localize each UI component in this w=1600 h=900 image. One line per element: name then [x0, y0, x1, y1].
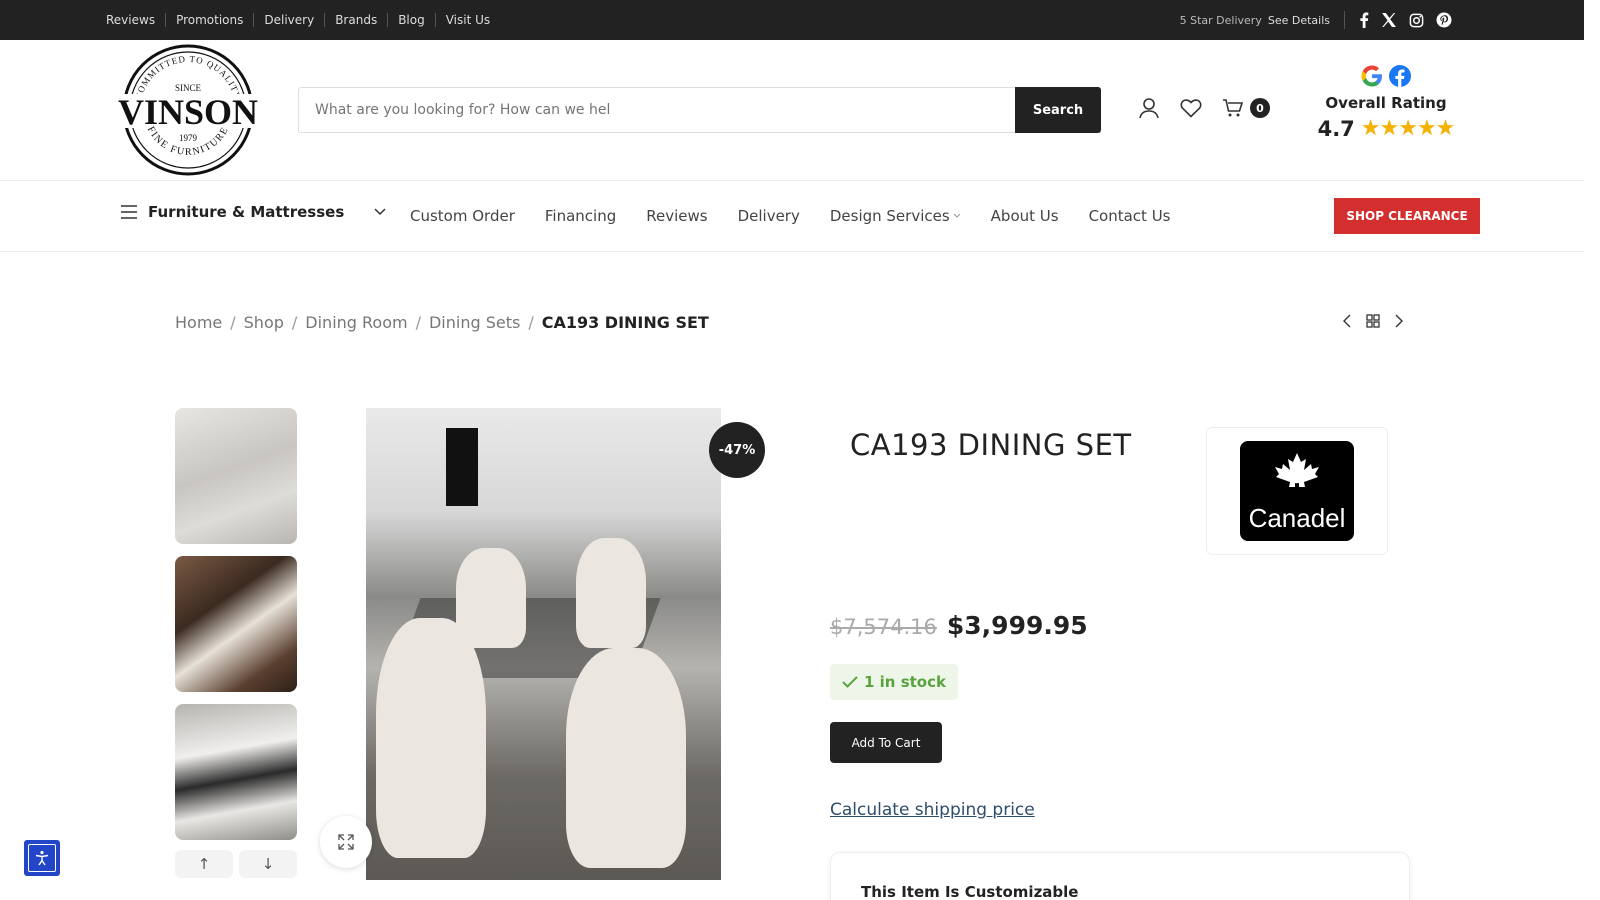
delivery-text: 5 Star Delivery: [1179, 13, 1262, 27]
facebook-icon[interactable]: [1359, 12, 1369, 28]
store-sign: [446, 428, 478, 506]
expand-icon: [338, 834, 354, 850]
stock-text: 1 in stock: [864, 673, 946, 691]
nav-item-design-services[interactable]: Design Services: [830, 207, 961, 225]
breadcrumb: Home / Shop / Dining Room / Dining Sets / CA…: [175, 313, 709, 332]
calculate-shipping-link[interactable]: Calculate shipping price: [830, 800, 1035, 820]
product-navigation: [1342, 314, 1404, 328]
current-price: $3,999.95: [946, 611, 1088, 640]
thumbnail-3[interactable]: [175, 704, 297, 840]
chevron-down-icon: [953, 213, 961, 218]
stock-status: 1 in stock: [830, 664, 958, 700]
header-icons: 0: [1138, 97, 1270, 119]
check-icon: [842, 676, 858, 688]
nav-item-delivery[interactable]: Delivery: [738, 207, 800, 225]
brand-name: Canadel: [1249, 503, 1346, 533]
rating-stars: ★★★★★: [1360, 116, 1456, 141]
logo-year: 1979: [179, 133, 198, 143]
accessibility-icon: [28, 844, 56, 872]
chair: [566, 648, 686, 868]
pinterest-icon[interactable]: [1436, 12, 1452, 28]
search-bar: Search: [298, 87, 1101, 133]
price-block: $7,574.16 $3,999.95: [830, 611, 1088, 640]
top-link-blog[interactable]: Blog: [388, 13, 436, 27]
see-details-link[interactable]: See Details: [1268, 14, 1330, 27]
top-links: Reviews Promotions Delivery Brands Blog …: [100, 0, 500, 40]
top-bar: Reviews Promotions Delivery Brands Blog …: [0, 0, 1584, 40]
x-icon[interactable]: [1381, 12, 1397, 28]
nav-item-about-us[interactable]: About Us: [991, 207, 1059, 225]
search-button[interactable]: Search: [1015, 87, 1101, 133]
chair: [576, 538, 646, 648]
instagram-icon[interactable]: [1409, 13, 1424, 28]
breadcrumb-separator: /: [230, 313, 236, 332]
nav-item-reviews[interactable]: Reviews: [646, 207, 707, 225]
nav-item-contact-us[interactable]: Contact Us: [1089, 207, 1171, 225]
top-link-delivery[interactable]: Delivery: [254, 13, 326, 27]
cart-button[interactable]: 0: [1222, 98, 1270, 118]
add-to-cart-button[interactable]: Add To Cart: [830, 722, 942, 763]
thumbnail-up-button[interactable]: ↑: [175, 850, 233, 878]
breadcrumb-home[interactable]: Home: [175, 313, 222, 332]
top-right: 5 Star Delivery See Details: [1180, 0, 1452, 40]
previous-product-icon[interactable]: [1342, 314, 1352, 328]
thumbnail-arrows: ↑ ↓: [175, 850, 297, 878]
customizable-box: This Item Is Customizable: [830, 852, 1410, 900]
breadcrumb-dining-room[interactable]: Dining Room: [305, 313, 407, 332]
divider: [1344, 11, 1345, 29]
cart-count: 0: [1250, 98, 1270, 118]
menu-items: Custom Order Financing Reviews Delivery …: [410, 207, 1171, 225]
main-product-image[interactable]: [366, 408, 721, 880]
breadcrumb-separator: /: [415, 313, 421, 332]
facebook-rating-icon: [1389, 65, 1411, 87]
breadcrumb-shop[interactable]: Shop: [244, 313, 284, 332]
chair: [376, 618, 486, 858]
breadcrumb-separator: /: [528, 313, 534, 332]
zoom-button[interactable]: [320, 816, 372, 868]
top-link-visit-us[interactable]: Visit Us: [436, 13, 500, 27]
chair: [456, 548, 526, 648]
grid-icon[interactable]: [1366, 314, 1380, 328]
chevron-down-icon: [374, 208, 386, 216]
product-title: CA193 DINING SET: [850, 428, 1132, 462]
overall-rating[interactable]: Overall Rating 4.7 ★★★★★: [1306, 64, 1466, 141]
top-link-reviews[interactable]: Reviews: [100, 13, 167, 27]
rating-score: 4.7: [1317, 116, 1355, 141]
next-product-icon[interactable]: [1394, 314, 1404, 328]
rating-score-row: 4.7 ★★★★★: [1306, 116, 1466, 141]
cart-icon: [1223, 99, 1244, 117]
brand-logo[interactable]: Canadel: [1206, 427, 1388, 555]
logo-name: VINSON: [118, 92, 258, 132]
thumbnail-gallery: ↑ ↓: [175, 408, 297, 878]
search-input[interactable]: [298, 87, 1015, 133]
category-label: Furniture & Mattresses: [148, 203, 345, 221]
breadcrumb-current: CA193 DINING SET: [541, 313, 709, 332]
nav-item-custom-order[interactable]: Custom Order: [410, 207, 515, 225]
breadcrumb-separator: /: [291, 313, 298, 332]
nav-item-financing[interactable]: Financing: [545, 207, 616, 225]
wishlist-icon[interactable]: [1180, 98, 1202, 118]
customizable-title: This Item Is Customizable: [861, 883, 1079, 900]
rating-title: Overall Rating: [1325, 94, 1447, 112]
breadcrumb-dining-sets[interactable]: Dining Sets: [429, 313, 520, 332]
top-link-brands[interactable]: Brands: [325, 13, 389, 27]
thumbnail-1[interactable]: [175, 408, 297, 544]
hamburger-icon: [121, 205, 137, 219]
thumbnail-down-button[interactable]: ↓: [239, 850, 297, 878]
top-link-promotions[interactable]: Promotions: [166, 13, 255, 27]
site-logo[interactable]: COMMITTED TO QUALITY SINCE VINSON 1979 F…: [106, 44, 270, 176]
thumbnail-2[interactable]: [175, 556, 297, 692]
nav-item-design-services-label: Design Services: [829, 207, 950, 225]
category-menu[interactable]: Furniture & Mattresses: [120, 203, 386, 221]
shop-clearance-button[interactable]: SHOP CLEARANCE: [1334, 198, 1480, 234]
social-icons: [1359, 12, 1452, 28]
discount-badge: -47%: [709, 422, 765, 478]
google-icon: [1361, 65, 1382, 87]
old-price: $7,574.16: [830, 615, 937, 639]
rating-logos: [1306, 64, 1466, 88]
accessibility-button[interactable]: [24, 840, 60, 876]
account-icon[interactable]: [1138, 97, 1160, 119]
